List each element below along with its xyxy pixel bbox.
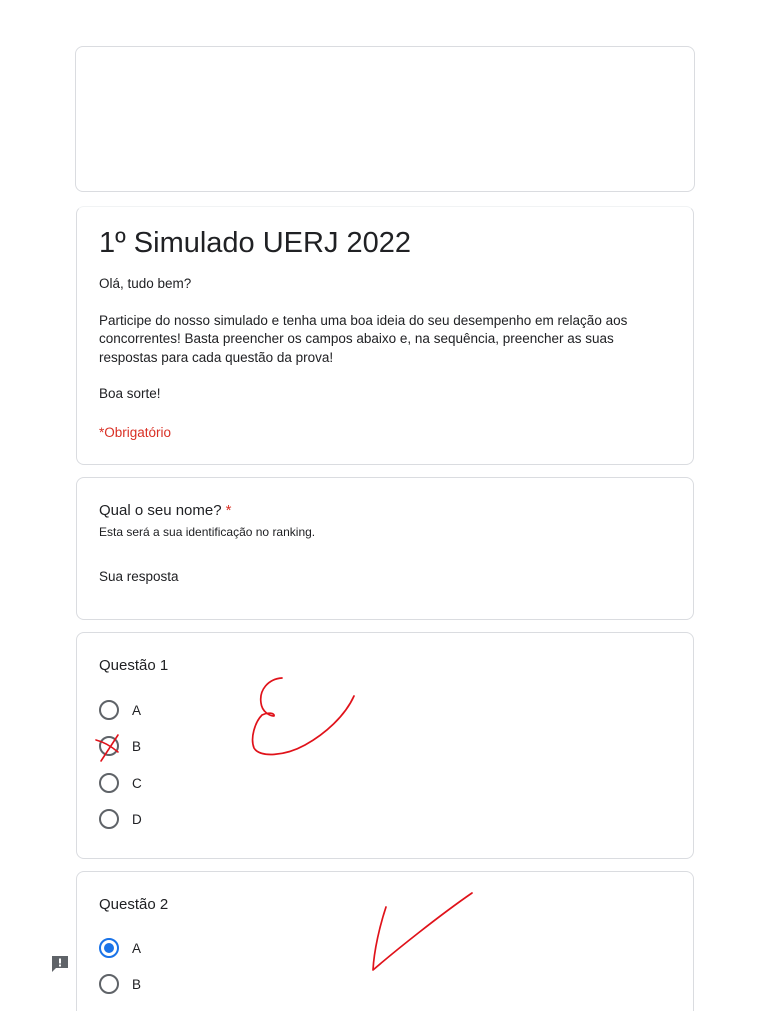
radio-button[interactable] (99, 736, 119, 756)
option-label: B (132, 738, 142, 754)
question-title: Questão 2 (99, 896, 169, 913)
option-a[interactable]: A (99, 699, 141, 721)
form-description: Olá, tudo bem? Participe do nosso simula… (99, 275, 669, 422)
report-feedback-icon[interactable] (50, 954, 70, 974)
option-a[interactable]: A (99, 937, 141, 959)
question-2-card: Questão 2 A B (76, 871, 694, 1011)
option-label: A (132, 702, 142, 718)
question-title: Qual o seu nome? * (99, 502, 231, 519)
option-label: A (132, 940, 142, 956)
required-note: *Obrigatório (99, 425, 172, 440)
question-title: Questão 1 (99, 657, 169, 674)
form-header-card: 1º Simulado UERJ 2022 Olá, tudo bem? Par… (76, 206, 694, 465)
form-title: 1º Simulado UERJ 2022 (99, 227, 412, 259)
radio-button[interactable] (99, 809, 119, 829)
description-line: Olá, tudo bem? (99, 276, 192, 291)
header-banner (75, 46, 695, 192)
option-b[interactable]: B (99, 973, 141, 995)
required-asterisk: * (225, 502, 232, 519)
option-label: B (132, 976, 142, 992)
radio-button[interactable] (99, 773, 119, 793)
option-c[interactable]: C (99, 772, 142, 794)
question-1-card: Questão 1 A B C D (76, 632, 694, 859)
question-title-text: Qual o seu nome? (99, 502, 222, 519)
option-label: D (132, 811, 142, 827)
radio-button[interactable] (99, 700, 119, 720)
description-line: Participe do nosso simulado e tenha uma … (99, 312, 628, 365)
description-line: Boa sorte! (99, 386, 161, 401)
question-help-text: Esta será a sua identificação no ranking… (99, 525, 316, 539)
option-b[interactable]: B (99, 735, 141, 757)
name-answer-input[interactable]: Sua resposta (99, 569, 179, 584)
option-d[interactable]: D (99, 808, 142, 830)
option-label: C (132, 775, 142, 791)
radio-button[interactable] (99, 974, 119, 994)
radio-button-checked[interactable] (99, 938, 119, 958)
name-question-card: Qual o seu nome? * Esta será a sua identi… (76, 477, 694, 620)
